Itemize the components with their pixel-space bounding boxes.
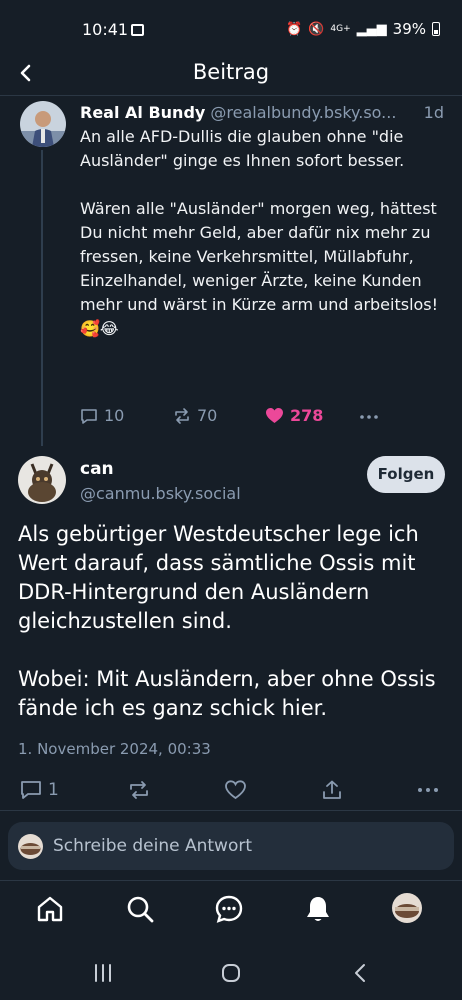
avatar	[18, 834, 43, 859]
battery-percent: 39%	[392, 20, 426, 38]
search-icon[interactable]	[124, 893, 156, 925]
chat-icon[interactable]	[213, 893, 245, 925]
reply-icon	[21, 781, 41, 799]
repost-button[interactable]	[128, 779, 150, 801]
reply-composer[interactable]: Schreibe deine Antwort	[8, 822, 454, 870]
post-text: Als gebürtiger Westdeutscher lege ich We…	[18, 522, 436, 720]
repost-icon	[130, 781, 148, 799]
author-name[interactable]: Real Al Bundy	[80, 103, 205, 122]
follow-button[interactable]: Folgen	[367, 456, 445, 493]
main-post-actions: 1	[0, 775, 462, 811]
more-options-button[interactable]	[358, 408, 380, 426]
gallery-notification-icon	[131, 24, 144, 36]
like-button[interactable]: 278	[265, 406, 323, 425]
like-button[interactable]	[224, 779, 247, 801]
home-button-icon[interactable]	[218, 962, 244, 984]
home-icon[interactable]	[34, 893, 66, 925]
parent-post[interactable]: Real Al Bundy @realalbundy.bsky.so... 1d…	[80, 103, 452, 341]
reply-button[interactable]: 1	[20, 779, 59, 801]
heart-filled-icon	[266, 407, 283, 423]
more-icon	[360, 415, 378, 419]
post-header: Real Al Bundy @realalbundy.bsky.so...	[80, 103, 452, 122]
bell-icon[interactable]	[302, 893, 334, 925]
status-icons: ⏰ 🔇 4G+ ▂▄▆ 39%	[286, 20, 440, 38]
signal-icon: ▂▄▆	[356, 21, 387, 37]
parent-post-actions: 10 70 278	[80, 406, 400, 432]
author-handle[interactable]: @canmu.bsky.social	[80, 484, 241, 503]
system-navigation-bar	[0, 946, 462, 1000]
mute-icon: 🔇	[308, 21, 325, 37]
back-button-icon[interactable]	[348, 962, 374, 984]
status-time: 10:41	[82, 20, 129, 39]
signal-type: 4G+	[330, 24, 351, 34]
alarm-icon: ⏰	[286, 21, 303, 37]
thread-connector-line	[41, 150, 43, 446]
author-name[interactable]: can	[80, 459, 114, 479]
repost-count: 70	[197, 406, 218, 425]
post-date: 1. November 2024, 00:33	[18, 740, 211, 758]
share-button[interactable]	[321, 779, 343, 801]
recent-apps-icon[interactable]	[90, 962, 116, 984]
page-title: Beitrag	[192, 60, 270, 84]
repost-button[interactable]: 70	[173, 406, 217, 425]
more-icon	[418, 788, 438, 792]
avatar[interactable]	[20, 101, 66, 147]
more-options-button[interactable]	[416, 783, 440, 797]
reply-input-placeholder[interactable]: Schreibe deine Antwort	[53, 836, 252, 856]
reply-count: 10	[104, 406, 125, 425]
avatar[interactable]	[18, 456, 66, 504]
bottom-navigation	[0, 880, 462, 936]
profile-avatar[interactable]	[392, 893, 422, 923]
reply-button[interactable]: 10	[80, 406, 124, 425]
post-time: 1d	[421, 103, 444, 122]
author-handle[interactable]: @realalbundy.bsky.so...	[210, 103, 396, 122]
battery-icon	[432, 22, 440, 36]
post-text: An alle AFD-Dullis die glauben ohne "die…	[80, 127, 439, 338]
like-count: 278	[290, 406, 324, 425]
share-icon	[323, 780, 341, 799]
reply-icon	[81, 408, 97, 424]
header: Beitrag	[0, 50, 462, 96]
repost-icon	[175, 407, 189, 424]
heart-icon	[225, 780, 246, 800]
reply-count: 1	[48, 780, 59, 800]
